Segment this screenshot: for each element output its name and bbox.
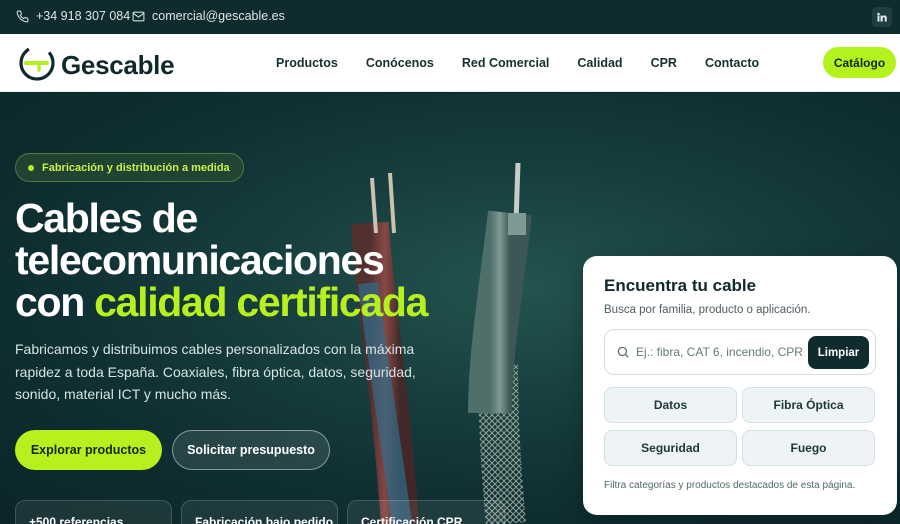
nav-cpr[interactable]: CPR (651, 56, 677, 70)
hero-title-line3: con calidad certificada (15, 279, 428, 325)
logo-mark-icon (17, 43, 57, 88)
finder-note: Filtra categorías y productos destacados… (604, 480, 856, 491)
explore-products-button[interactable]: Explorar productos (15, 430, 162, 470)
filter-chip-datos[interactable]: Datos (604, 387, 737, 423)
hero-title-line3-start: con (15, 279, 95, 325)
phone-icon (16, 10, 29, 23)
cable-finder-card: Encuentra tu cable Busca por familia, pr… (583, 256, 897, 515)
email-contact[interactable]: comercial@gescable.es (132, 9, 285, 23)
logo-text: Gescable (61, 50, 175, 80)
catalog-button[interactable]: Catálogo (823, 47, 896, 78)
filter-chip-fibra-optica[interactable]: Fibra Óptica (742, 387, 875, 423)
hero-title-line2: telecomunicaciones (15, 237, 385, 283)
main-nav: Productos Conócenos Red Comercial Calida… (262, 34, 773, 92)
email-address: comercial@gescable.es (152, 9, 285, 23)
stat-card: Fabricación bajo pedido (181, 500, 338, 524)
finder-title: Encuentra tu cable (604, 276, 757, 295)
hero-badge: Fabricación y distribución a medida (15, 153, 244, 182)
site-header: Gescable Productos Conócenos Red Comerci… (0, 34, 900, 92)
stat-card: +500 referencias (15, 500, 172, 524)
hero-description: Fabricamos y distribuimos cables persona… (15, 341, 416, 402)
search-input[interactable] (636, 339, 806, 365)
nav-conocenos[interactable]: Conócenos (366, 56, 434, 70)
top-bar: +34 918 307 084 comercial@gescable.es (0, 0, 900, 34)
hero-section: Fabricación y distribución a medida Cabl… (0, 93, 900, 524)
badge-text: Fabricación y distribución a medida (42, 161, 230, 174)
clear-button[interactable]: Limpiar (808, 336, 869, 369)
badge-dot-icon (28, 164, 34, 171)
nav-calidad[interactable]: Calidad (577, 56, 622, 70)
logo[interactable]: Gescable (17, 43, 175, 88)
nav-productos[interactable]: Productos (276, 56, 338, 70)
hero-title: Cables de telecomunicaciones con calidad… (15, 195, 428, 325)
stat-card: Certificación CPR (347, 500, 505, 524)
filter-chip-seguridad[interactable]: Seguridad (604, 430, 737, 466)
search-icon (616, 345, 630, 364)
hero-title-line1: Cables de (15, 195, 198, 241)
filter-chip-fuego[interactable]: Fuego (742, 430, 875, 466)
nav-contacto[interactable]: Contacto (705, 56, 759, 70)
nav-red-comercial[interactable]: Red Comercial (462, 56, 550, 70)
phone-contact[interactable]: +34 918 307 084 (16, 9, 130, 23)
search-box: Limpiar (604, 329, 876, 375)
phone-number: +34 918 307 084 (36, 9, 131, 23)
linkedin-icon[interactable] (872, 7, 892, 27)
mail-icon (132, 10, 145, 23)
request-quote-button[interactable]: Solicitar presupuesto (172, 430, 330, 470)
finder-subtitle: Busca por familia, producto o aplicación… (604, 304, 811, 316)
hero-title-accent: calidad certificada (94, 279, 428, 325)
